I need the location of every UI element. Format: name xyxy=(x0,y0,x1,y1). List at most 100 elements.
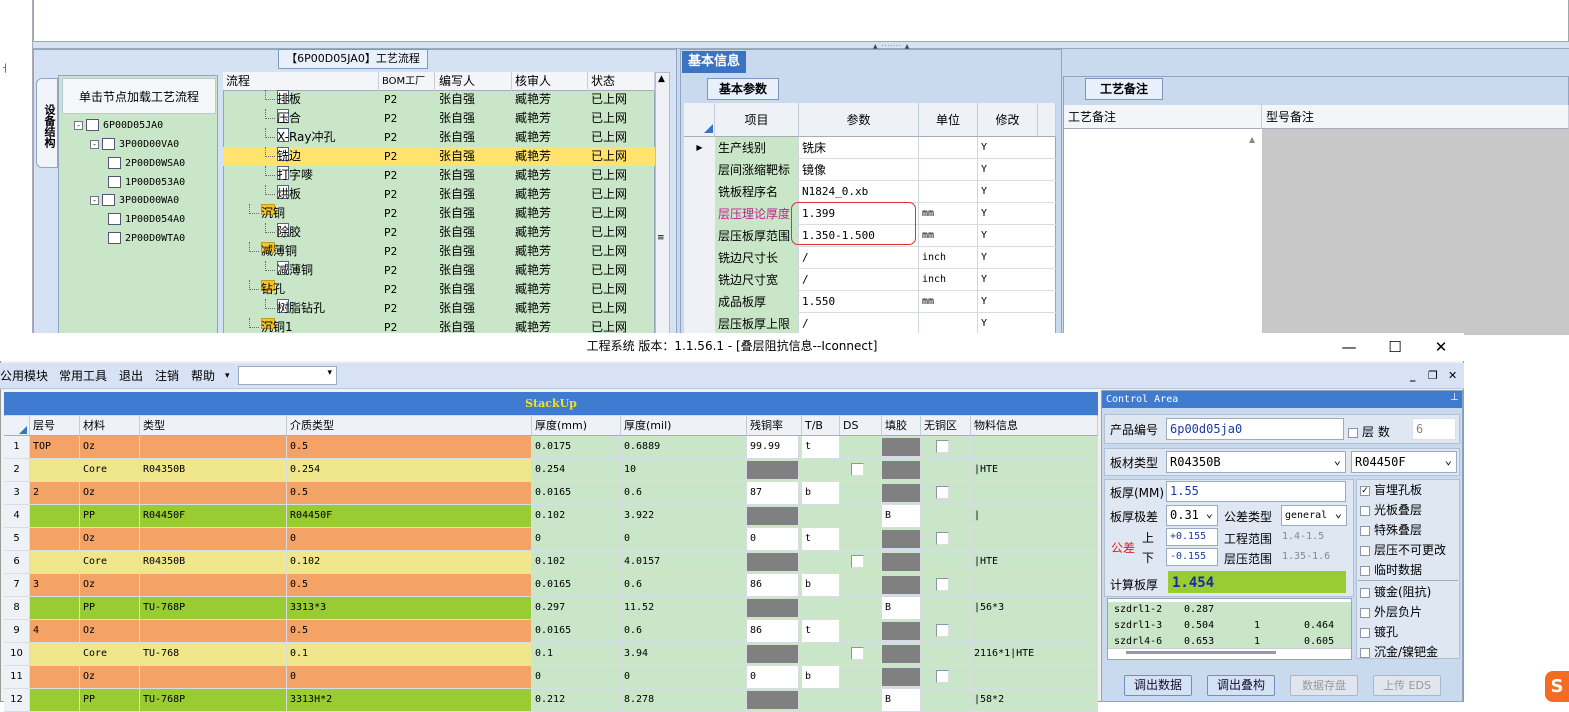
param-value[interactable]: 1.550 xyxy=(799,291,919,313)
type-cell[interactable]: TU-768 xyxy=(140,643,287,666)
grid-row[interactable]: 排板 P2 张自强 臧艳芳 已上网 xyxy=(223,90,655,109)
tb-cell[interactable]: b xyxy=(802,482,840,505)
residual-copper-cell[interactable] xyxy=(747,597,802,620)
layer-cell[interactable]: 2 xyxy=(30,482,80,505)
layer-cell[interactable]: 3 xyxy=(30,574,80,597)
stackup-header-cell[interactable]: 无铜区 xyxy=(921,416,971,436)
ds-cell[interactable] xyxy=(840,574,882,597)
stackup-row[interactable]: 5 Oz 0 0 0 0 t xyxy=(4,528,1098,551)
checkbox-box[interactable] xyxy=(1360,647,1370,658)
scroll-grip-icon[interactable]: ≡ xyxy=(657,234,665,243)
tree-node[interactable]: 2P00D0WTA0 xyxy=(108,231,185,247)
layer-cell[interactable] xyxy=(30,643,80,666)
params-row[interactable]: 铣板程序名 N1824_0.xb Y xyxy=(684,181,1056,203)
layer-cell[interactable] xyxy=(30,551,80,574)
type-cell[interactable] xyxy=(140,620,287,643)
residual-copper-cell[interactable] xyxy=(747,551,802,574)
param-modify[interactable]: Y xyxy=(978,225,1038,247)
tab-basic-info[interactable]: 基本信息 xyxy=(682,51,746,73)
grid-row[interactable]: 烘板 P2 张自强 臧艳芳 已上网 xyxy=(223,185,655,204)
param-value[interactable]: 铣床 xyxy=(799,137,919,159)
fill-cell[interactable] xyxy=(882,459,921,482)
pin-icon[interactable]: ⊥ xyxy=(1450,392,1459,403)
thickness-mil-cell[interactable]: 0.6 xyxy=(621,482,747,505)
param-modify[interactable]: Y xyxy=(978,203,1038,225)
param-modify[interactable]: Y xyxy=(978,137,1038,159)
tb-cell[interactable] xyxy=(802,459,840,482)
checkbox-box[interactable] xyxy=(1360,545,1370,556)
params-row[interactable]: 层间涨缩靶标 镜像 Y xyxy=(684,159,1056,181)
material-cell[interactable]: Oz xyxy=(80,528,140,551)
param-modify[interactable]: Y xyxy=(978,181,1038,203)
material-cell[interactable]: Oz xyxy=(80,482,140,505)
no-copper-cell[interactable] xyxy=(921,643,971,666)
dielectric-cell[interactable]: 0 xyxy=(287,528,532,551)
upper-tol-input[interactable]: +0.155 xyxy=(1166,528,1218,546)
layer-cell[interactable] xyxy=(30,689,80,712)
no-copper-cell[interactable] xyxy=(921,551,971,574)
material-info-cell[interactable]: |58*2 xyxy=(971,689,1098,712)
tb-cell[interactable] xyxy=(802,689,840,712)
params-row[interactable]: 铣边尺寸长 / inch Y xyxy=(684,247,1056,269)
ds-cell[interactable] xyxy=(840,528,882,551)
residual-copper-cell[interactable]: 86 xyxy=(747,574,802,597)
material-info-cell[interactable]: | xyxy=(971,505,1098,528)
thickness-mil-cell[interactable]: 10 xyxy=(621,459,747,482)
device-structure-tab[interactable]: 设备结构 xyxy=(36,78,58,168)
param-modify[interactable]: Y xyxy=(978,313,1038,335)
grid-header-cell[interactable]: 编写人 xyxy=(436,72,512,91)
option-checkbox[interactable]: 外层负片 xyxy=(1360,603,1422,620)
stackup-header-cell[interactable]: 厚度(mm) xyxy=(532,416,621,436)
board-type-select[interactable]: R04350B xyxy=(1166,451,1346,473)
checkbox-box[interactable]: ✓ xyxy=(1360,485,1370,496)
thickness-mm-cell[interactable]: 0.0165 xyxy=(532,620,621,643)
material-cell[interactable]: Core xyxy=(80,459,140,482)
no-copper-checkbox[interactable] xyxy=(936,624,949,637)
no-copper-checkbox[interactable] xyxy=(936,486,949,499)
layer-cell[interactable] xyxy=(30,528,80,551)
menu-exit[interactable]: 退出 xyxy=(119,363,143,389)
material-info-cell[interactable]: |HTE xyxy=(971,551,1098,574)
fill-cell[interactable] xyxy=(882,436,921,459)
scroll-up-icon[interactable]: ▲ xyxy=(658,74,665,84)
stackup-header-cell[interactable]: 残铜率 xyxy=(747,416,802,436)
checkbox-box[interactable] xyxy=(1360,607,1370,618)
material-info-cell[interactable] xyxy=(971,620,1098,643)
thickness-mm-cell[interactable]: 0 xyxy=(532,666,621,689)
material-info-cell[interactable] xyxy=(971,528,1098,551)
thickness-mil-cell[interactable]: 4.0157 xyxy=(621,551,747,574)
param-modify[interactable]: Y xyxy=(978,159,1038,181)
type-cell[interactable] xyxy=(140,482,287,505)
no-copper-cell[interactable] xyxy=(921,482,971,505)
thickness-mm-cell[interactable]: 0.254 xyxy=(532,459,621,482)
type-cell[interactable] xyxy=(140,574,287,597)
stackup-header-cell[interactable]: 填胶 xyxy=(882,416,921,436)
action-button[interactable]: 调出叠构 xyxy=(1207,675,1275,696)
thickness-mil-cell[interactable]: 8.278 xyxy=(621,689,747,712)
grid-header-cell[interactable]: BOM工厂 xyxy=(379,72,435,91)
thickness-mil-cell[interactable]: 0 xyxy=(621,528,747,551)
param-value[interactable]: N1824_0.xb xyxy=(799,181,919,203)
maximize-button[interactable]: ☐ xyxy=(1372,333,1418,361)
material-info-cell[interactable]: |HTE xyxy=(971,459,1098,482)
grid-row[interactable]: 减薄铜 P2 张自强 臧艳芳 已上网 xyxy=(223,242,655,261)
tree-node[interactable]: 1P00D053A0 xyxy=(108,175,185,191)
fill-cell[interactable] xyxy=(882,551,921,574)
stackup-row[interactable]: 1 TOP Oz 0.5 0.0175 0.6889 99.99 t xyxy=(4,436,1098,459)
load-process-button[interactable]: 单击节点加载工艺流程 xyxy=(62,78,216,114)
material-cell[interactable]: PP xyxy=(80,597,140,620)
thickness-mm-cell[interactable]: 0.0175 xyxy=(532,436,621,459)
tol-grade-select[interactable]: 0.31 xyxy=(1166,505,1218,526)
tree-toggle-icon[interactable]: - xyxy=(90,195,99,205)
grid-row[interactable]: 树脂钻孔 P2 张自强 臧艳芳 已上网 xyxy=(223,299,655,318)
option-checkbox[interactable]: 光板叠层 xyxy=(1360,501,1422,518)
material-cell[interactable]: Oz xyxy=(80,666,140,689)
grid-header-cell[interactable]: 状态 xyxy=(588,72,655,91)
tb-cell[interactable] xyxy=(802,505,840,528)
no-copper-cell[interactable] xyxy=(921,459,971,482)
tab-basic-params[interactable]: 基本参数 xyxy=(707,78,779,100)
layer-cell[interactable] xyxy=(30,505,80,528)
ime-logo-icon[interactable]: S xyxy=(1545,671,1569,702)
layers-checkbox[interactable]: 层 数 xyxy=(1348,423,1390,440)
ds-checkbox[interactable] xyxy=(851,463,864,476)
